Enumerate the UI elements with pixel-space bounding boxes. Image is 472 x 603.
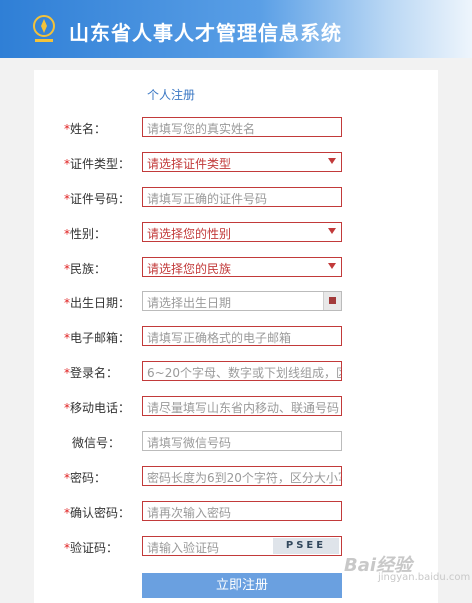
form-row-email: *电子邮箱： 请填写正确格式的电子邮箱 bbox=[34, 326, 438, 348]
registration-panel: 个人注册 *姓名： 请填写您的真实姓名 *证件类型： 请选择证件类型 *证件号码… bbox=[34, 70, 438, 603]
email-label: 电子邮箱： bbox=[70, 331, 131, 345]
id-type-label: 证件类型： bbox=[70, 157, 131, 171]
confirm-password-input[interactable]: 请再次输入密码 bbox=[142, 501, 342, 521]
ethnicity-label: 民族： bbox=[70, 262, 107, 276]
field-label: *民族： bbox=[64, 260, 144, 277]
birthdate-input[interactable]: 请选择出生日期 bbox=[142, 291, 342, 311]
password-label: 密码： bbox=[70, 471, 107, 485]
wechat-label: 微信号： bbox=[72, 436, 121, 450]
form-row-birthdate: *出生日期： 请选择出生日期 bbox=[34, 291, 438, 313]
username-label: 登录名： bbox=[70, 366, 119, 380]
chevron-down-icon bbox=[328, 158, 336, 164]
captcha-placeholder: 请输入验证码 bbox=[147, 541, 220, 555]
id-number-label: 证件号码： bbox=[70, 192, 131, 206]
field-label: *证件类型： bbox=[64, 155, 144, 172]
confirm-password-label: 确认密码： bbox=[70, 506, 131, 520]
form-row-wechat: 微信号： 请填写微信号码 bbox=[34, 431, 438, 453]
ethnicity-select[interactable]: 请选择您的民族 bbox=[142, 257, 342, 277]
name-label: 姓名： bbox=[70, 122, 107, 136]
id-number-input[interactable]: 请填写正确的证件号码 bbox=[142, 187, 342, 207]
captcha-label: 验证码： bbox=[70, 541, 119, 555]
gender-label: 性别： bbox=[70, 227, 107, 241]
name-input[interactable]: 请填写您的真实姓名 bbox=[142, 117, 342, 137]
field-label: *出生日期： bbox=[64, 294, 144, 311]
mobile-input[interactable]: 请尽量填写山东省内移动、联通号码 bbox=[142, 396, 342, 416]
form-row-password: *密码： 密码长度为6到20个字符，区分大小写 bbox=[34, 466, 438, 488]
register-button[interactable]: 立即注册 bbox=[142, 573, 342, 598]
form-row-confirm-password: *确认密码： 请再次输入密码 bbox=[34, 501, 438, 523]
chevron-down-icon bbox=[328, 263, 336, 269]
id-type-select-value: 请选择证件类型 bbox=[147, 157, 232, 171]
field-label: *密码： bbox=[64, 469, 144, 486]
form-title: 个人注册 bbox=[147, 88, 196, 102]
calendar-icon[interactable] bbox=[323, 292, 341, 310]
mobile-label: 移动电话： bbox=[70, 401, 131, 415]
username-input[interactable]: 6~20个字母、数字或下划线组成，区 bbox=[142, 361, 342, 381]
field-label: *性别： bbox=[64, 225, 144, 242]
captcha-image[interactable]: PSEE bbox=[273, 538, 339, 554]
emblem-logo-icon bbox=[33, 15, 55, 42]
field-label: *确认密码： bbox=[64, 504, 144, 521]
form-row-mobile: *移动电话： 请尽量填写山东省内移动、联通号码 bbox=[34, 396, 438, 418]
form-row-id-type: *证件类型： 请选择证件类型 bbox=[34, 152, 438, 174]
field-label: *验证码： bbox=[64, 539, 144, 556]
form-row-gender: *性别： 请选择您的性别 bbox=[34, 222, 438, 244]
captcha-input[interactable]: 请输入验证码 PSEE bbox=[142, 536, 342, 556]
field-label: *移动电话： bbox=[64, 399, 144, 416]
field-label: *姓名： bbox=[64, 120, 144, 137]
email-input[interactable]: 请填写正确格式的电子邮箱 bbox=[142, 326, 342, 346]
field-label: *证件号码： bbox=[64, 190, 144, 207]
gender-select[interactable]: 请选择您的性别 bbox=[142, 222, 342, 242]
field-label: *电子邮箱： bbox=[64, 329, 144, 346]
ethnicity-select-value: 请选择您的民族 bbox=[147, 262, 232, 276]
form-row-ethnicity: *民族： 请选择您的民族 bbox=[34, 257, 438, 279]
site-title: 山东省人事人才管理信息系统 bbox=[69, 21, 342, 45]
form-row-name: *姓名： 请填写您的真实姓名 bbox=[34, 117, 438, 139]
id-type-select[interactable]: 请选择证件类型 bbox=[142, 152, 342, 172]
wechat-input[interactable]: 请填写微信号码 bbox=[142, 431, 342, 451]
header-banner: 山东省人事人才管理信息系统 bbox=[0, 0, 472, 58]
password-input[interactable]: 密码长度为6到20个字符，区分大小写 bbox=[142, 466, 342, 486]
field-label: *登录名： bbox=[64, 364, 144, 381]
watermark-url: jingyan.baidu.com bbox=[378, 572, 471, 583]
form-row-id-number: *证件号码： 请填写正确的证件号码 bbox=[34, 187, 438, 209]
gender-select-value: 请选择您的性别 bbox=[147, 227, 232, 241]
chevron-down-icon bbox=[328, 228, 336, 234]
birthdate-label: 出生日期： bbox=[70, 296, 131, 310]
form-row-username: *登录名： 6~20个字母、数字或下划线组成，区 bbox=[34, 361, 438, 383]
birthdate-placeholder: 请选择出生日期 bbox=[147, 296, 232, 310]
